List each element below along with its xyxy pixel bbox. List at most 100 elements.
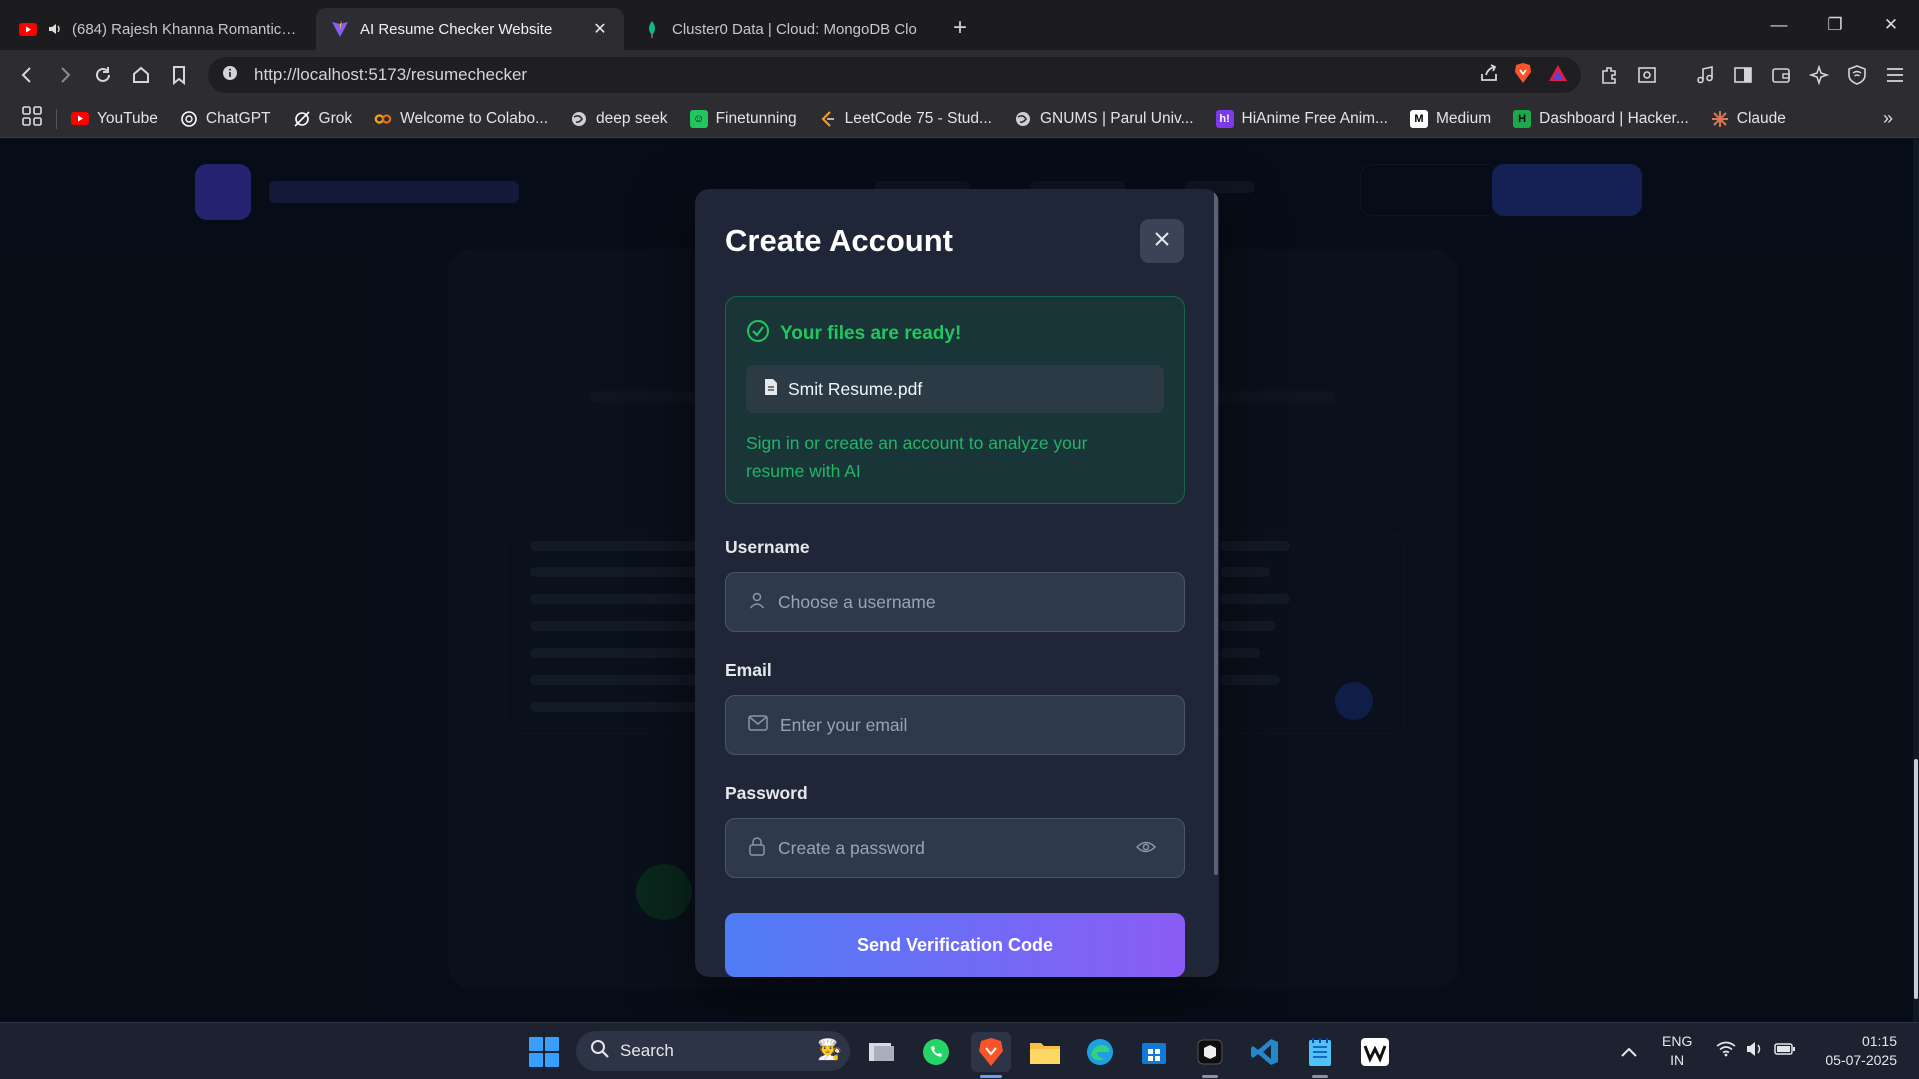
password-label: Password [725,783,808,803]
close-tab-icon[interactable]: ✕ [590,19,610,39]
dark-app-icon[interactable] [1190,1032,1230,1078]
user-icon [748,591,766,614]
bookmark-hianime[interactable]: h! HiAnime Free Anim... [1215,109,1388,128]
url-text: http://localhost:5173/resumechecker [254,65,528,84]
clock-time: 01:15 [1861,1033,1897,1049]
mongodb-leaf-icon [642,19,662,39]
edge-icon[interactable] [1080,1032,1120,1072]
tab-mongodb[interactable]: Cluster0 Data | Cloud: MongoDB Clo [628,8,936,50]
wondershare-icon[interactable] [1355,1032,1395,1072]
bookmark-label: deep seek [596,109,668,127]
bookmark-finetunning[interactable]: ☺ Finetunning [689,109,797,128]
search-icon [590,1039,610,1064]
bookmark-hackerrank[interactable]: H Dashboard | Hacker... [1513,109,1689,128]
running-app-indicator [1312,1075,1328,1078]
bookmark-label: LeetCode 75 - Stud... [844,109,992,127]
system-tray-icons[interactable] [1716,1023,1796,1079]
bookmark-colab[interactable]: Welcome to Colabo... [374,110,548,128]
minimize-icon[interactable]: — [1751,0,1807,50]
show-password-eye-icon[interactable] [1135,839,1157,860]
show-hidden-icons[interactable] [1620,1023,1638,1079]
sidebar-icon[interactable] [1729,56,1757,94]
bookmark-youtube[interactable]: YouTube [71,110,158,128]
system-clock[interactable]: 01:15 05-07-2025 [1815,1032,1897,1070]
uploaded-file-chip: Smit Resume.pdf [746,365,1164,413]
language-indicator[interactable]: ENG IN [1662,1032,1692,1070]
modal-scrollbar-thumb[interactable] [1214,189,1218,875]
windows-start-icon[interactable] [529,1037,559,1067]
hianime-icon: h! [1215,109,1234,128]
search-label: Search [620,1041,674,1060]
check-circle-icon [746,319,770,349]
media-icon[interactable] [1691,56,1719,94]
speaker-icon[interactable] [48,19,62,39]
task-view-icon[interactable] [862,1032,902,1072]
claude-icon [1711,110,1729,128]
site-info-icon[interactable] [222,65,238,86]
windows-taskbar: Search 🧑‍🍳 ENG IN [0,1022,1919,1079]
wallet-icon[interactable] [1767,56,1795,94]
email-input[interactable]: Enter your email [725,695,1185,755]
browser-tools [1595,56,1909,94]
bookmark-label: Claude [1736,109,1786,127]
bookmark-grok[interactable]: Grok [293,110,352,128]
file-icon [764,378,778,401]
bookmark-claude[interactable]: Claude [1711,110,1786,128]
bookmark-label: Welcome to Colabo... [400,109,549,127]
tab-title: (684) Rajesh Khanna Romantic So [72,20,298,38]
active-app-indicator [980,1075,1002,1078]
page-scrollbar-thumb[interactable] [1914,759,1918,999]
bookmark-gnums[interactable]: GNUMS | Parul Univ... [1014,110,1194,128]
brave-rewards-icon[interactable] [1547,63,1569,88]
bookmark-label: Dashboard | Hacker... [1539,109,1689,127]
whatsapp-icon[interactable] [916,1032,956,1072]
back-icon[interactable] [8,56,46,94]
password-input[interactable]: Create a password [725,818,1185,878]
close-window-icon[interactable]: ✕ [1863,0,1919,50]
bookmark-icon[interactable] [160,56,198,94]
brave-icon[interactable] [971,1032,1011,1078]
brave-shields-icon[interactable] [1513,62,1533,89]
home-icon[interactable] [122,56,160,94]
reload-icon[interactable] [84,56,122,94]
file-name: Smit Resume.pdf [788,378,923,399]
tab-ai-resume-checker[interactable]: AI Resume Checker Website ✕ [316,8,624,50]
address-bar[interactable]: http://localhost:5173/resumechecker [208,57,1581,93]
page-scrollbar[interactable] [1913,139,1919,1022]
chatgpt-icon [180,110,198,128]
share-icon[interactable] [1479,63,1499,88]
more-bookmarks-icon[interactable]: » [1883,108,1893,129]
bookmark-deep-seek[interactable]: deep seek [570,110,668,128]
file-explorer-icon[interactable] [1025,1032,1065,1072]
close-modal-button[interactable] [1140,219,1184,263]
send-verification-code-button[interactable]: Send Verification Code [725,913,1185,977]
modal-scrollbar[interactable] [1213,189,1219,977]
screenshot-search-icon[interactable] [1633,56,1661,94]
vscode-icon[interactable] [1245,1032,1285,1072]
new-tab-button[interactable]: + [942,10,978,46]
extensions-icon[interactable] [1595,56,1623,94]
bookmark-medium[interactable]: M Medium [1409,109,1491,128]
bookmark-label: Finetunning [715,109,797,127]
battery-icon [1774,1042,1796,1061]
bookmark-separator [56,108,57,129]
window-controls: — ❐ ✕ [1751,0,1919,50]
vpn-icon[interactable] [1843,56,1871,94]
tab-youtube[interactable]: (684) Rajesh Khanna Romantic So [4,8,312,50]
ms-store-icon[interactable] [1134,1032,1174,1072]
files-ready-notice: Your files are ready! Smit Resume.pdf Si… [725,296,1185,504]
menu-icon[interactable] [1881,56,1909,94]
leo-ai-icon[interactable] [1805,56,1833,94]
forward-icon[interactable] [46,56,84,94]
notepad-icon[interactable] [1300,1032,1340,1078]
create-account-modal: Create Account Your files are ready! Smi… [695,189,1219,977]
email-label: Email [725,660,772,680]
running-app-indicator [1202,1075,1218,1078]
restore-icon[interactable]: ❐ [1807,0,1863,50]
apps-grid-icon[interactable] [22,106,42,131]
globe-icon [570,110,588,128]
taskbar-search[interactable]: Search 🧑‍🍳 [576,1031,850,1071]
username-input[interactable]: Choose a username [725,572,1185,632]
bookmark-leetcode[interactable]: LeetCode 75 - Stud... [819,110,992,128]
bookmark-chatgpt[interactable]: ChatGPT [180,110,271,128]
